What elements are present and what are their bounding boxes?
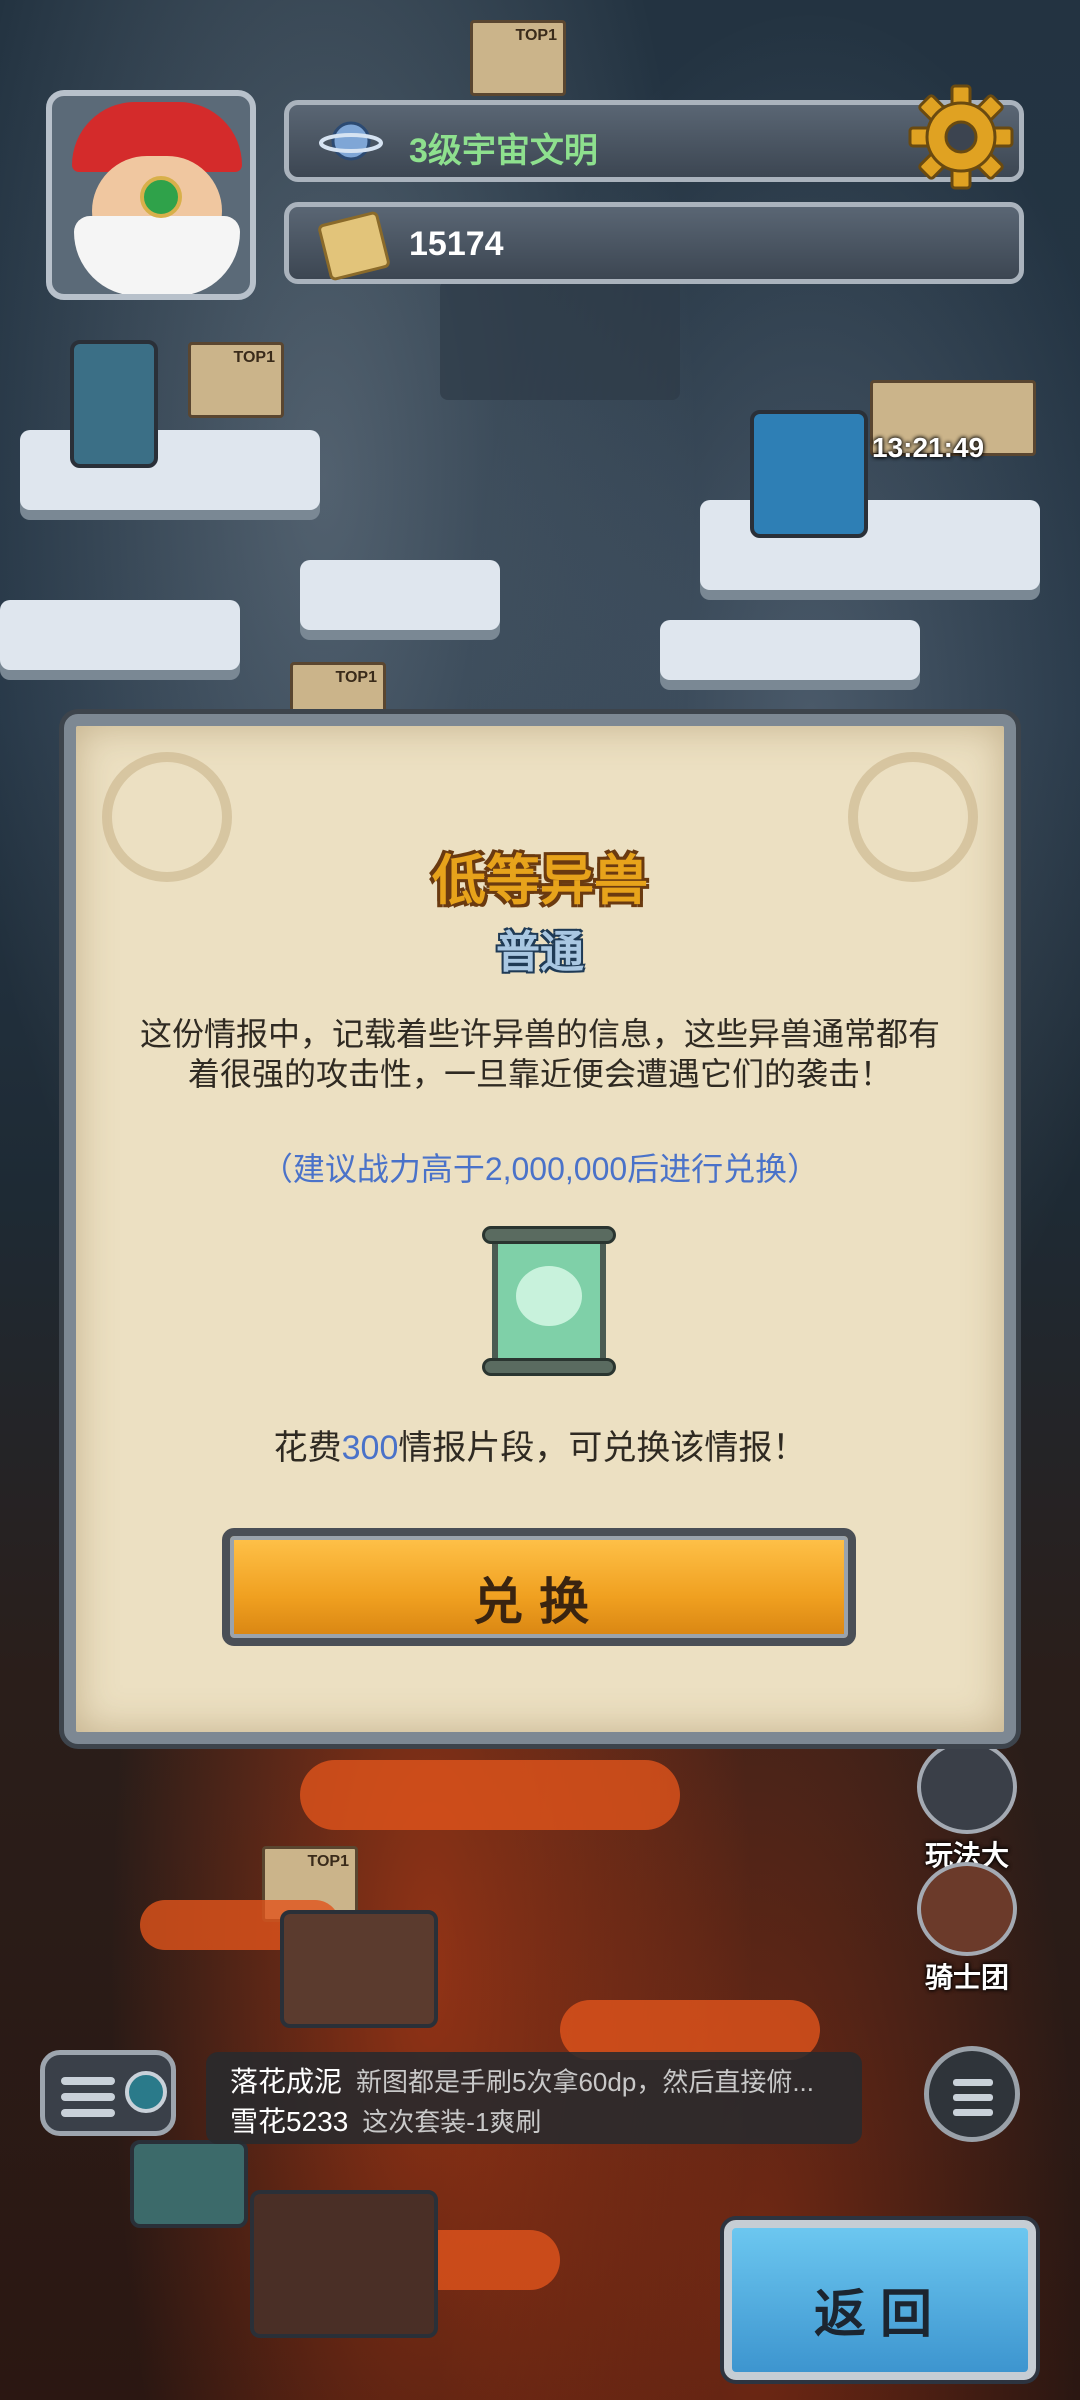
avatar-eye xyxy=(140,176,182,218)
intel-description: 这份情报中，记载着些许异兽的信息，这些异兽通常都有着很强的攻击性，一旦靠近便会遭… xyxy=(139,1016,940,1092)
civilization-level: 3级宇宙文明 xyxy=(409,132,598,170)
back-button[interactable]: 返回 xyxy=(724,2220,1036,2380)
chat-text: 这次套装-1爽刷 xyxy=(362,2107,542,2137)
cost-prefix: 花费 xyxy=(273,1429,342,1467)
top-badge: TOP1 xyxy=(233,349,276,366)
beast-scroll-icon xyxy=(482,1226,616,1376)
chat-sender: 雪花5233 xyxy=(230,2106,349,2137)
menu-icon[interactable] xyxy=(924,2046,1020,2142)
avatar-beard xyxy=(74,216,240,294)
gamepad-icon xyxy=(917,1740,1017,1834)
cost-amount: 300 xyxy=(341,1429,399,1467)
dialog-title: 低等异兽 xyxy=(432,851,648,911)
chat-message: 落花成泥 新图都是手刷5次拿60dp，然后直接俯... xyxy=(230,2060,850,2100)
cost-suffix: 情报片段，可兑换该情报！ xyxy=(398,1429,807,1467)
gear-icon[interactable] xyxy=(906,82,1016,192)
currency-bar[interactable]: 15174 xyxy=(284,202,1024,284)
player-avatar[interactable] xyxy=(46,90,256,300)
chat-text: 新图都是手刷5次拿60dp，然后直接俯... xyxy=(356,2067,814,2097)
event-timer: 13:21:49 xyxy=(872,432,985,463)
cost-text: 花费300情报片段，可兑换该情报！ xyxy=(76,1420,1004,1469)
planet-icon xyxy=(319,121,383,161)
knights-button[interactable]: 骑士团 xyxy=(912,1862,1022,1996)
intel-exchange-dialog: 低等异兽 普通 这份情报中，记载着些许异兽的信息，这些异兽通常都有着很强的攻击性… xyxy=(64,714,1016,1744)
exchange-button[interactable]: 兑换 xyxy=(222,1528,856,1646)
top-badge: TOP1 xyxy=(335,669,378,686)
chat-message: 雪花5233 这次套装-1爽刷 xyxy=(230,2100,850,2140)
knights-label: 骑士团 xyxy=(924,1962,1009,1993)
currency-amount: 15174 xyxy=(409,225,504,263)
back-label: 返回 xyxy=(813,2286,946,2344)
exchange-label: 兑换 xyxy=(473,1574,605,1630)
rarity-label: 普通 xyxy=(496,928,584,977)
top-badge: TOP1 xyxy=(307,1853,350,1870)
power-recommendation: （建议战力高于2,000,000后进行兑换） xyxy=(260,1151,820,1187)
trophy-icon xyxy=(917,1862,1017,1956)
chat-sender: 落花成泥 xyxy=(230,2066,343,2097)
chat-preview[interactable]: 落花成泥 新图都是手刷5次拿60dp，然后直接俯... 雪花5233 这次套装-1爽… xyxy=(206,2052,862,2144)
top-badge: TOP1 xyxy=(515,27,558,44)
chat-icon[interactable] xyxy=(40,2050,176,2136)
scroll-icon xyxy=(316,210,392,282)
